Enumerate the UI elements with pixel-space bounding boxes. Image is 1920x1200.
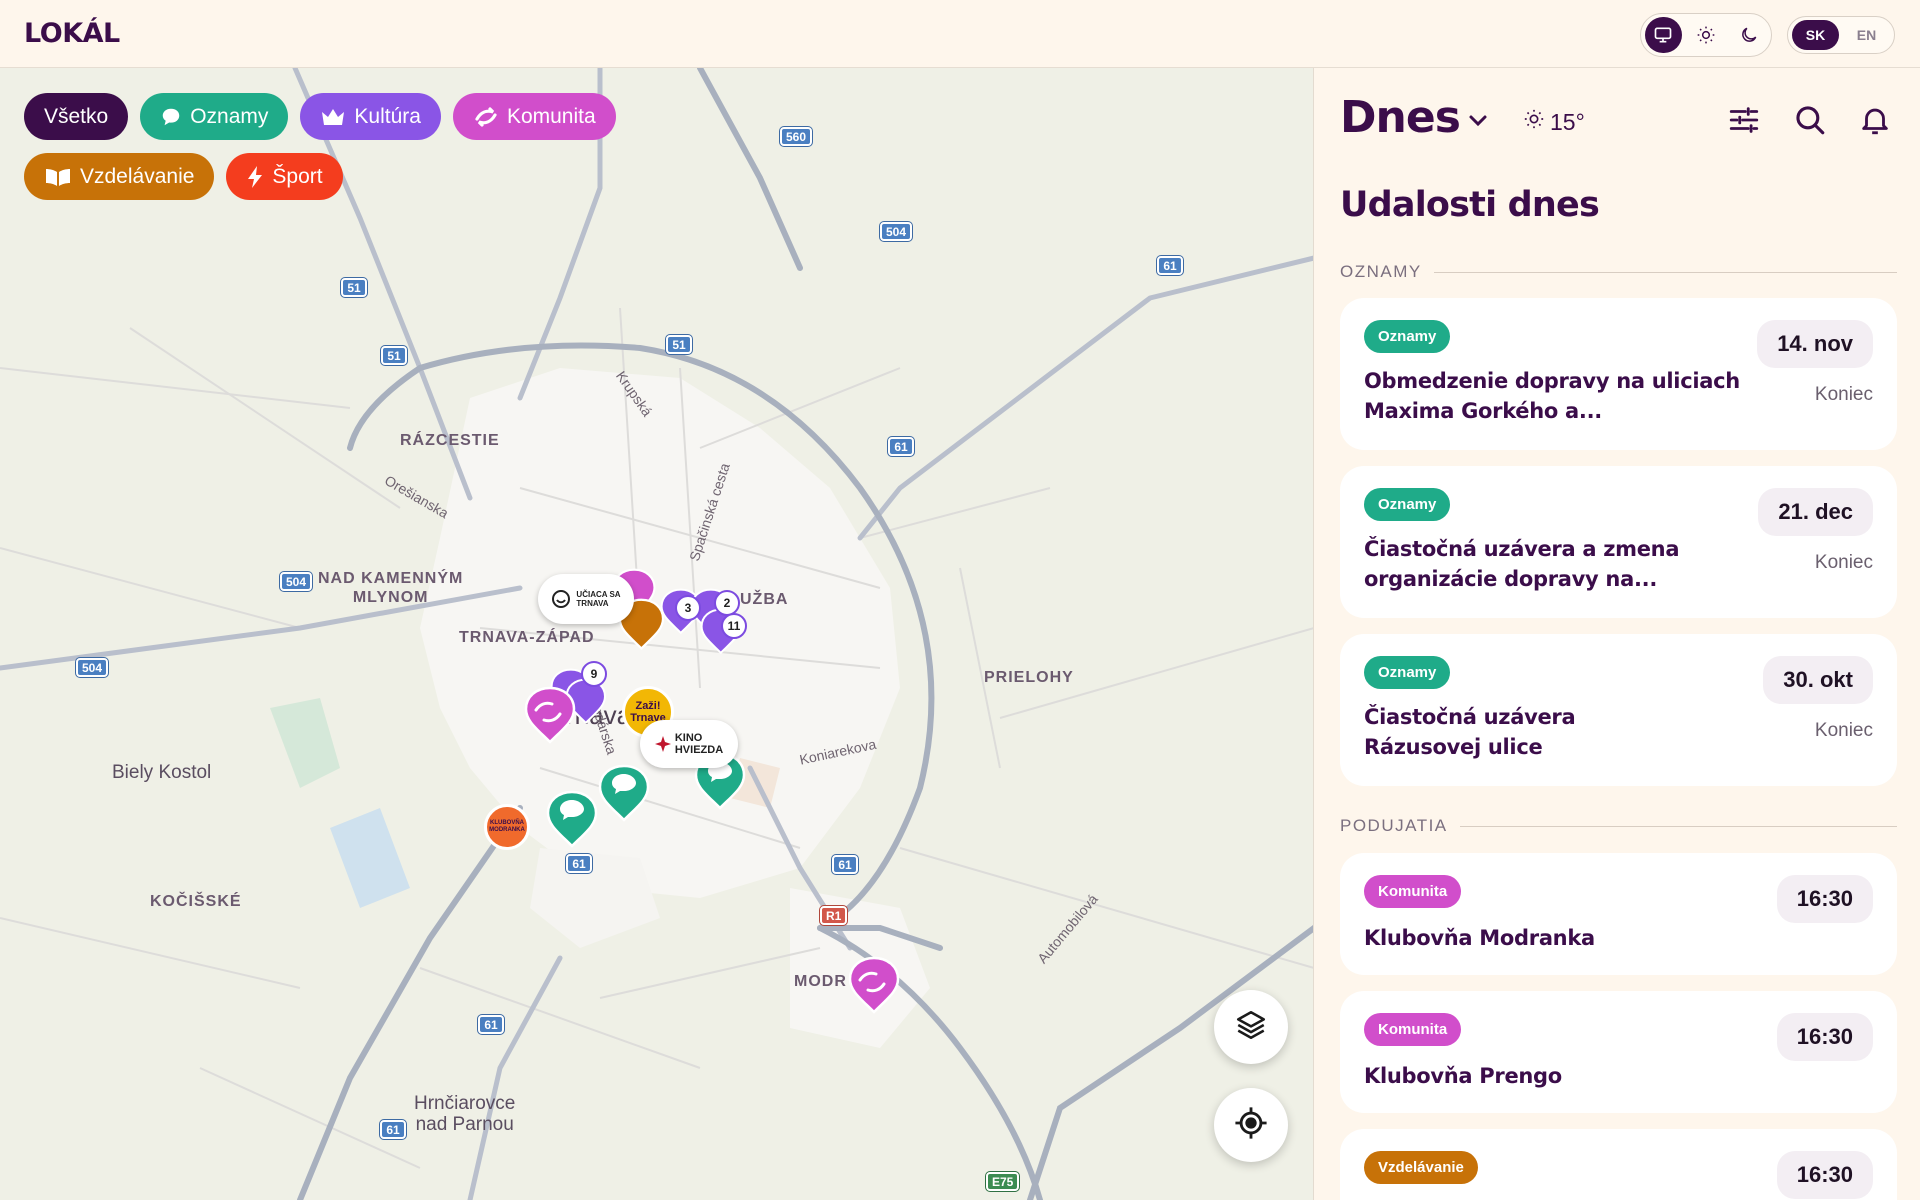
event-time: 16:30 [1776,1151,1873,1199]
event-title: Klubovňa Modranka [1364,926,1595,950]
group-label-text: PODUJATIA [1340,816,1448,835]
event-date: 21. dec [1758,488,1873,536]
event-title: Obmedzenie dopravy na uliciach Maxima Go… [1364,369,1740,423]
layers-icon [1234,1008,1268,1047]
chevron-down-icon [1466,92,1490,143]
bell-icon[interactable] [1855,100,1895,140]
category-tag: Oznamy [1364,656,1451,689]
weather-widget: 15° [1523,108,1585,136]
top-bar: LOKÁL SK EN [0,0,1920,68]
pin-komunita [524,686,576,744]
lang-sk-button[interactable]: SK [1792,20,1839,50]
monitor-icon[interactable] [1645,17,1682,53]
search-icon[interactable] [1790,100,1830,140]
sun-icon [1523,108,1545,136]
category-tag: Oznamy [1364,320,1451,353]
sun-icon[interactable] [1688,17,1725,53]
venue-name: UČIACA SA TRNAVA [576,590,621,608]
venue-name: KINO HVIEZDA [674,732,724,756]
day-label: Dnes [1340,92,1461,143]
category-tag: Vzdelávanie [1364,1151,1478,1184]
locate-button[interactable] [1214,1088,1288,1162]
event-date: 30. okt [1763,656,1873,704]
day-selector[interactable]: Dnes [1340,92,1490,143]
event-card[interactable]: Oznamy Obmedzenie dopravy na uliciach Ma… [1340,298,1897,450]
cluster-count[interactable]: 2 [714,590,740,616]
star-icon [654,736,671,752]
event-map[interactable]: RÁZCESTIE NAD KAMENNÝM MLYNOM TRNAVA-ZÁP… [0,68,1314,1200]
language-switcher: SK EN [1787,16,1895,54]
layers-button[interactable] [1214,990,1288,1064]
filter-sliders-icon[interactable] [1724,100,1764,140]
event-title: Čiastočná uzávera Rázusovej ulice [1364,705,1576,759]
event-title: Klubovňa Prengo [1364,1064,1562,1088]
category-tag: Komunita [1364,875,1462,908]
event-date: 14. nov [1757,320,1873,368]
event-date-note: Koniec [1814,720,1873,741]
event-time: 16:30 [1776,875,1873,923]
pin-komunita [848,956,900,1014]
event-card[interactable]: Komunita Klubovňa Prengo 16:30 [1340,991,1897,1113]
group-label-oznamy: OZNAMY [1340,262,1897,282]
section-heading: Udalosti dnes [1340,185,1600,225]
app-logo[interactable]: LOKÁL [24,18,120,49]
event-date-note: Koniec [1814,552,1873,573]
event-card[interactable]: Komunita Klubovňa Modranka 16:30 [1340,853,1897,975]
venue-logo-uciaca-trnava[interactable]: UČIACA SA TRNAVA [538,574,634,624]
venue-logo-kino-hviezda[interactable]: KINO HVIEZDA [640,720,738,768]
category-tag: Oznamy [1364,488,1451,521]
event-pins [524,568,900,1014]
cluster-count[interactable]: 9 [581,661,607,687]
category-tag: Komunita [1364,1013,1462,1046]
event-card[interactable]: Oznamy Čiastočná uzávera Rázusovej ulice… [1340,634,1897,786]
event-card[interactable]: Oznamy Čiastočná uzávera a zmena organiz… [1340,466,1897,618]
moon-icon[interactable] [1730,17,1767,53]
theme-switcher [1640,13,1772,57]
smile-icon [552,590,571,608]
locate-icon [1234,1106,1268,1145]
events-panel: Dnes 15° Udalosti dnes OZNAMY Oznamy Obm… [1315,68,1920,1200]
cluster-count[interactable]: 3 [675,595,701,621]
venue-logo-klubovna[interactable]: KLUBOVŇA MODRANKA [484,804,530,850]
group-label-text: OZNAMY [1340,262,1422,281]
event-card[interactable]: Vzdelávanie 16:30 [1340,1129,1897,1200]
event-date-note: Koniec [1814,384,1873,405]
venue-name: KLUBOVŇA MODRANKA [489,820,525,833]
cluster-count[interactable]: 11 [721,613,747,639]
event-title: Čiastočná uzávera a zmena organizácie do… [1364,537,1680,591]
group-label-podujatia: PODUJATIA [1340,816,1897,836]
temperature: 15° [1550,108,1585,135]
lang-en-button[interactable]: EN [1843,20,1890,50]
event-time: 16:30 [1776,1013,1873,1061]
